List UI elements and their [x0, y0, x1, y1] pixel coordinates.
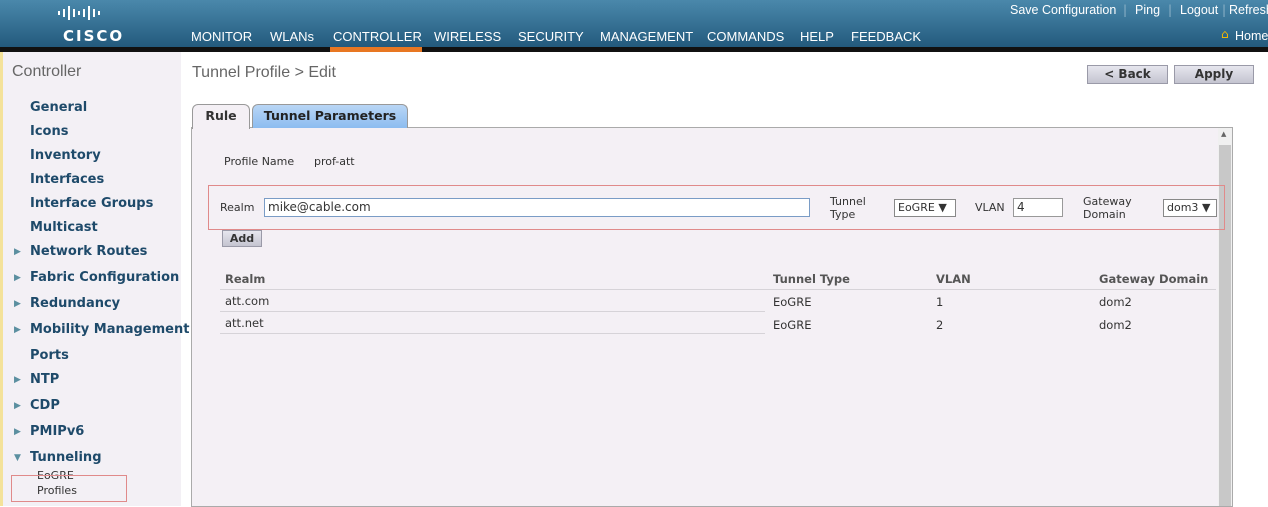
sidebar-item-interfaces[interactable]: Interfaces — [30, 172, 104, 187]
sidebar-item-mobility-management[interactable]: Mobility Management — [30, 322, 189, 337]
active-nav-indicator — [330, 47, 422, 52]
nav-help[interactable]: HELP — [800, 29, 834, 44]
page-title: Tunnel Profile > Edit — [192, 64, 336, 81]
nav-commands[interactable]: COMMANDS — [707, 29, 784, 44]
sidebar-item-inventory[interactable]: Inventory — [30, 148, 101, 163]
logout-link[interactable]: Logout — [1180, 3, 1218, 17]
row-divider — [220, 311, 765, 312]
sidebar-title: Controller — [12, 63, 82, 80]
add-button[interactable]: Add — [222, 230, 262, 247]
separator: | — [1168, 3, 1173, 17]
expand-arrow-icon[interactable]: ▶ — [14, 375, 21, 385]
cell-gateway-domain: dom2 — [1099, 295, 1132, 309]
sidebar-item-cdp[interactable]: CDP — [30, 398, 60, 413]
tunnel-type-label-line1: Tunnel — [830, 195, 866, 208]
sidebar-item-ntp[interactable]: NTP — [30, 372, 59, 387]
cell-realm: att.net — [225, 316, 264, 330]
sidebar-item-interface-groups[interactable]: Interface Groups — [30, 196, 153, 211]
tab-tunnel-parameters[interactable]: Tunnel Parameters — [252, 104, 408, 128]
dropdown-arrow-icon: ▼ — [1201, 201, 1211, 214]
expand-arrow-icon[interactable]: ▶ — [14, 273, 21, 283]
expand-arrow-icon[interactable]: ▶ — [14, 247, 21, 257]
save-configuration-link[interactable]: Save Configuration — [1010, 3, 1116, 17]
tunnel-type-select[interactable]: EoGRE ▼ — [894, 199, 956, 217]
expand-arrow-icon[interactable]: ▶ — [14, 299, 21, 309]
ping-link[interactable]: Ping — [1135, 3, 1160, 17]
cisco-logo-text: CISCO — [63, 27, 125, 45]
sidebar-item-multicast[interactable]: Multicast — [30, 220, 98, 235]
tunnel-type-label-line2: Type — [830, 208, 856, 221]
realm-input[interactable]: mike@cable.com — [264, 198, 810, 217]
column-header-gateway-domain: Gateway Domain — [1099, 272, 1209, 286]
vlan-input[interactable]: 4 — [1013, 198, 1063, 217]
back-button[interactable]: < Back — [1087, 65, 1168, 84]
refresh-link[interactable]: Refresh — [1229, 3, 1268, 17]
profile-name-value: prof-att — [314, 155, 355, 168]
column-header-vlan: VLAN — [936, 272, 971, 286]
profile-name-label: Profile Name — [224, 155, 295, 168]
dropdown-arrow-icon: ▼ — [938, 201, 947, 214]
cell-tunnel-type: EoGRE — [773, 318, 812, 332]
expand-arrow-icon[interactable]: ▶ — [14, 427, 21, 437]
expand-arrow-icon[interactable]: ▶ — [14, 401, 21, 411]
gateway-domain-label: Gateway Domain — [1083, 195, 1132, 221]
collapse-arrow-icon[interactable]: ▼ — [14, 453, 21, 463]
sidebar-item-icons[interactable]: Icons — [30, 124, 68, 139]
cell-tunnel-type: EoGRE — [773, 295, 812, 309]
row-divider — [220, 333, 765, 334]
cell-realm: att.com — [225, 294, 270, 308]
sidebar-item-pmipv6[interactable]: PMIPv6 — [30, 424, 84, 439]
sidebar-item-fabric-configuration[interactable]: Fabric Configuration — [30, 270, 179, 285]
nav-security[interactable]: SECURITY — [518, 29, 584, 44]
sidebar-item-redundancy[interactable]: Redundancy — [30, 296, 120, 311]
gateway-label-line1: Gateway — [1083, 195, 1132, 208]
expand-arrow-icon[interactable]: ▶ — [14, 325, 21, 335]
nav-feedback[interactable]: FEEDBACK — [851, 29, 921, 44]
sidebar-item-general[interactable]: General — [30, 100, 87, 115]
gateway-domain-value: dom3 — [1167, 201, 1199, 214]
column-header-realm: Realm — [225, 272, 266, 286]
nav-controller[interactable]: CONTROLLER — [333, 29, 422, 44]
nav-wlans[interactable]: WLANs — [270, 29, 314, 44]
sidebar-item-network-routes[interactable]: Network Routes — [30, 244, 147, 259]
tunnel-type-value: EoGRE — [898, 201, 935, 214]
apply-button[interactable]: Apply — [1174, 65, 1254, 84]
cell-vlan: 1 — [936, 295, 944, 309]
highlight-box — [11, 475, 127, 502]
vlan-label: VLAN — [975, 201, 1005, 214]
home-icon: ⌂ — [1221, 27, 1229, 41]
home-link[interactable]: Home — [1235, 29, 1268, 43]
cell-gateway-domain: dom2 — [1099, 318, 1132, 332]
cell-vlan: 2 — [936, 318, 944, 332]
tab-rule[interactable]: Rule — [192, 104, 250, 129]
header-divider — [220, 289, 1216, 290]
sidebar-item-tunneling[interactable]: Tunneling — [30, 450, 102, 465]
cisco-logo-icon — [58, 6, 100, 20]
gateway-domain-select[interactable]: dom3 ▼ — [1163, 199, 1217, 217]
rule-panel — [191, 127, 1233, 507]
separator: | — [1222, 3, 1227, 17]
header-divider — [0, 47, 1268, 52]
gateway-label-line2: Domain — [1083, 208, 1126, 221]
nav-monitor[interactable]: MONITOR — [191, 29, 252, 44]
sidebar-item-ports[interactable]: Ports — [30, 348, 69, 363]
tunnel-type-label: Tunnel Type — [830, 195, 866, 221]
realm-label: Realm — [220, 201, 255, 214]
scroll-up-icon[interactable]: ▲ — [1221, 130, 1226, 138]
nav-wireless[interactable]: WIRELESS — [434, 29, 501, 44]
separator: | — [1123, 3, 1128, 17]
column-header-tunnel-type: Tunnel Type — [773, 272, 850, 286]
nav-management[interactable]: MANAGEMENT — [600, 29, 693, 44]
